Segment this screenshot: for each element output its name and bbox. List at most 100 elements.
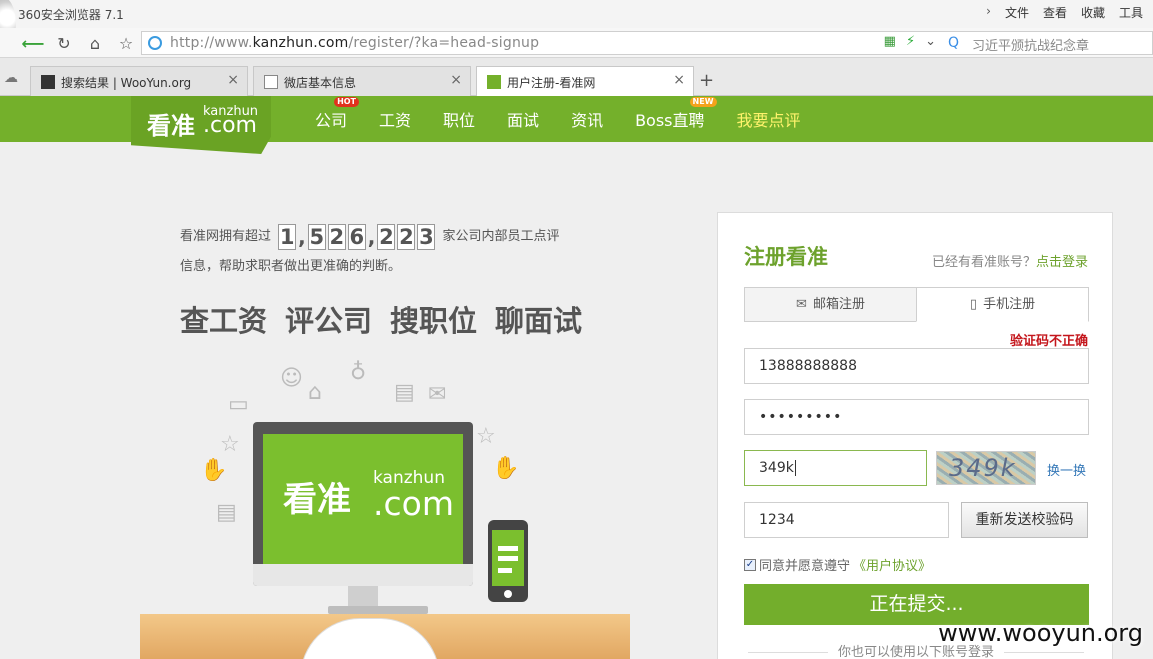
search-input[interactable]: Q 习近平颁抗战纪念章 <box>942 31 1153 55</box>
hot-badge: HOT <box>334 97 360 107</box>
intro-text: 看准网拥有超过 1, 5 2 6, 2 2 3 家公司内部员工点评 信息，帮助求… <box>180 222 610 282</box>
address-bar: ⟵ ↻ ⌂ ☆ http://www.kanzhun.com/register/… <box>0 28 1153 58</box>
refresh-icon[interactable]: ↻ <box>53 32 75 54</box>
nav-review[interactable]: 我要点评 <box>737 107 801 131</box>
close-icon[interactable]: × <box>450 72 462 88</box>
tab-wooyun[interactable]: 搜索结果 | WooYun.org × <box>30 66 248 96</box>
mail-icon: ✉ <box>428 382 447 407</box>
close-icon[interactable]: × <box>673 72 685 88</box>
tab-label: 微店基本信息 <box>284 76 357 90</box>
kanzhun-favicon-icon <box>487 75 501 89</box>
chat-bubble-icon: ▭ <box>228 392 249 417</box>
cloud-icon[interactable]: ☁ <box>4 70 18 86</box>
captcha-image-text: 349k <box>949 454 1017 482</box>
screen-logo-cn: 看准 <box>283 480 351 520</box>
monitor: 看准 kanzhun .com <box>253 422 473 586</box>
document-icon: ▤ <box>394 380 415 405</box>
error-message: 验证码不正确 <box>1009 334 1088 349</box>
intro-suffix: 家公司内部员工点评 <box>442 229 560 244</box>
counter-digit: 3 <box>417 223 436 250</box>
sms-code-input[interactable]: 1234 <box>744 502 949 538</box>
counter-digit: 6 <box>347 223 366 250</box>
nav-boss[interactable]: Boss直聘 NEW <box>635 97 717 131</box>
tab-label: 搜索结果 | WooYun.org <box>61 76 192 90</box>
login-hint: 已经有看准账号？点击登录 <box>931 255 1088 270</box>
intro-prefix: 看准网拥有超过 <box>180 229 272 244</box>
captcha-input[interactable]: 349k <box>744 450 927 486</box>
menu-view[interactable]: 查看 <box>1043 4 1067 21</box>
agreement: ✓ 同意并愿意遵守 《用户协议》 <box>744 555 931 574</box>
slogan: 查工资 <box>180 304 268 338</box>
qr-code-icon[interactable]: ▦ <box>884 34 896 49</box>
star-icon: ☆ <box>476 424 496 449</box>
new-badge: NEW <box>689 97 717 107</box>
slogans: 查工资 评公司 搜职位 聊面试 <box>180 298 582 340</box>
nav-interview[interactable]: 面试 <box>507 107 539 131</box>
agree-text: 同意并愿意遵守 <box>759 559 851 574</box>
url-text: http://www.kanzhun.com/register/?ka=head… <box>170 35 540 51</box>
nav-salary[interactable]: 工资 <box>379 107 411 131</box>
chevron-right-icon[interactable]: › <box>986 4 991 21</box>
slogan: 搜职位 <box>390 304 478 338</box>
login-link[interactable]: 点击登录 <box>1036 255 1088 270</box>
counter-digit: 2 <box>397 223 416 250</box>
site-header: 看准 kanzhun .com 公司 HOT 工资 职位 面试 资讯 Boss直聘… <box>0 96 1153 154</box>
tab-phone-register[interactable]: ▯ 手机注册 <box>916 287 1089 322</box>
password-input[interactable]: ••••••••• <box>744 399 1089 435</box>
smiley-icon: ☺ <box>280 366 303 391</box>
tab-kanzhun[interactable]: 用户注册-看准网 × <box>476 66 694 97</box>
search-placeholder: 习近平颁抗战纪念章 <box>972 39 1090 54</box>
tab-label: 用户注册-看准网 <box>507 76 596 90</box>
slogan: 聊面试 <box>495 304 583 338</box>
logo-text-cn: 看准 <box>147 112 195 140</box>
intro-line2: 信息，帮助求职者做出更准确的判断。 <box>180 259 402 274</box>
back-arrow-icon[interactable]: ⟵ <box>22 32 45 54</box>
tab-weidian[interactable]: 微店基本信息 × <box>253 66 471 96</box>
main-nav: 公司 HOT 工资 职位 面试 资讯 Boss直聘 NEW 我要点评 <box>315 96 833 142</box>
page-icon <box>264 75 278 89</box>
home-icon[interactable]: ⌂ <box>84 32 106 54</box>
nav-jobs[interactable]: 职位 <box>443 107 475 131</box>
star-icon[interactable]: ☆ <box>115 32 137 54</box>
mail-icon: ✉ <box>796 297 807 312</box>
lightbulb-icon: ♁ <box>350 360 367 385</box>
phone-icon: ▯ <box>969 297 978 312</box>
register-title: 注册看准 <box>744 245 828 269</box>
thumbs-up-icon: ✋ <box>200 458 228 483</box>
site-logo[interactable]: 看准 kanzhun .com <box>131 96 271 154</box>
agree-checkbox[interactable]: ✓ <box>744 558 756 571</box>
url-input[interactable]: http://www.kanzhun.com/register/?ka=head… <box>141 31 943 55</box>
search-icon[interactable]: Q <box>948 35 959 51</box>
screen-logo-com: .com <box>373 484 454 523</box>
menu-file[interactable]: 文件 <box>1005 4 1029 21</box>
new-tab-icon[interactable]: + <box>699 70 714 91</box>
tab-bar: ☁ 搜索结果 | WooYun.org × 微店基本信息 × 用户注册-看准网 … <box>0 58 1153 97</box>
slogan: 评公司 <box>285 304 373 338</box>
logo-text-com: .com <box>203 113 257 138</box>
browser-title-bar: 360安全浏览器 7.1 › 文件 查看 收藏 工具 <box>0 0 1153 50</box>
monitor-screen: 看准 kanzhun .com <box>263 434 463 564</box>
browser-menu: › 文件 查看 收藏 工具 <box>986 4 1143 21</box>
document-icon: ▤ <box>216 500 237 525</box>
captcha-image[interactable]: 349k <box>936 451 1036 485</box>
page-security-icon <box>148 36 162 50</box>
refresh-captcha-link[interactable]: 换一换 <box>1047 460 1086 479</box>
lightning-icon[interactable]: ⚡ <box>906 34 915 49</box>
camera-icon: ⌂ <box>308 380 322 405</box>
register-panel: 注册看准 已经有看准账号？点击登录 ✉ 邮箱注册 ▯ 手机注册 验证码不正确 138… <box>717 212 1113 659</box>
register-tabs: ✉ 邮箱注册 ▯ 手机注册 <box>744 287 1089 322</box>
menu-favorites[interactable]: 收藏 <box>1081 4 1105 21</box>
phone-input[interactable]: 13888888888 <box>744 348 1089 384</box>
resend-code-button[interactable]: 重新发送校验码 <box>961 502 1088 538</box>
tab-email-register[interactable]: ✉ 邮箱注册 <box>744 287 917 322</box>
user-agreement-link[interactable]: 《用户协议》 <box>853 555 931 574</box>
nav-company[interactable]: 公司 HOT <box>315 97 360 131</box>
chevron-down-icon[interactable]: ⌄ <box>925 34 936 49</box>
close-icon[interactable]: × <box>227 72 239 88</box>
counter-digit: 1 <box>278 223 297 250</box>
counter-digit: 2 <box>327 223 346 250</box>
menu-tools[interactable]: 工具 <box>1119 4 1143 21</box>
watermark: www.wooyun.org <box>938 619 1143 647</box>
counter-digit: 2 <box>377 223 396 250</box>
nav-news[interactable]: 资讯 <box>571 107 603 131</box>
